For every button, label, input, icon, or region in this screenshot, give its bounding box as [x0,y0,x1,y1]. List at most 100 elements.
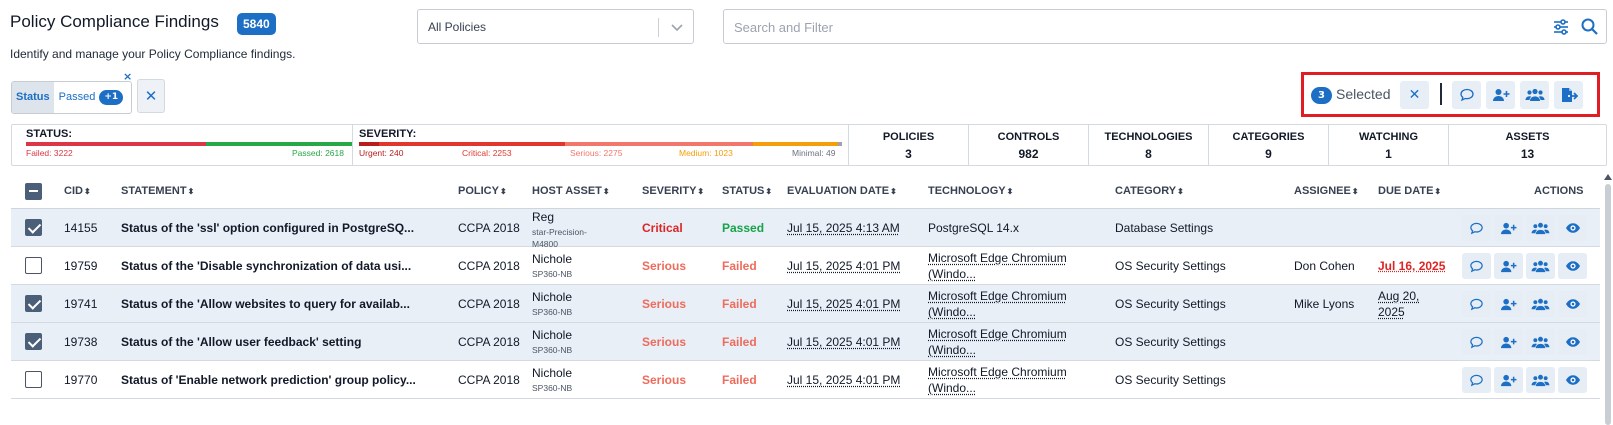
policy-select-value: All Policies [428,20,487,34]
table-row[interactable]: 19738 Status of the 'Allow user feedback'… [11,323,1600,361]
technology-cell[interactable]: Microsoft Edge Chromium [928,365,1067,379]
column-header-technology[interactable]: TECHNOLOGY⬍ [928,185,1013,197]
assignee-cell[interactable]: Mike Lyons [1294,297,1354,311]
statement-cell[interactable]: Status of the 'Disable synchronization o… [121,259,411,273]
assignee-cell[interactable]: Don Cohen [1294,259,1355,273]
statement-cell[interactable]: Status of the 'Allow user feedback' sett… [121,335,361,349]
assign-group-button[interactable] [1526,367,1555,393]
column-header-severity[interactable]: SEVERITY⬍ [642,185,704,197]
comment-button[interactable] [1462,215,1491,241]
stat-controls[interactable]: CONTROLS 982 [968,125,1088,165]
assign-group-button[interactable] [1526,253,1555,279]
comment-button[interactable] [1462,329,1491,355]
severity-summary[interactable]: SEVERITY: [359,128,416,140]
add-user-icon [1501,298,1517,310]
status-filter-chip[interactable]: Status Passed +1 [11,81,132,114]
row-checkbox[interactable] [25,257,42,274]
policy-cell: CCPA 2018 [458,221,520,235]
technology-cell[interactable]: Microsoft Edge Chromium [928,327,1067,341]
statement-cell[interactable]: Status of 'Enable network prediction' gr… [121,373,416,387]
assign-group-button[interactable] [1526,215,1555,241]
bulk-assign-user-button[interactable] [1486,81,1515,109]
table-row[interactable]: 14155 Status of the 'ssl' option configur… [11,209,1600,249]
table-row[interactable]: 19741 Status of the 'Allow websites to qu… [11,285,1600,323]
column-header-evaluation-date[interactable]: EVALUATION DATE⬍ [787,185,897,197]
statement-cell[interactable]: Status of the 'Allow websites to query f… [121,297,410,311]
column-header-host-asset[interactable]: HOST ASSET⬍ [532,185,610,197]
due-date-cell-cont[interactable]: 2025 [1378,305,1405,319]
column-header-category[interactable]: CATEGORY⬍ [1115,185,1184,197]
status-summary[interactable]: STATUS: [26,128,72,140]
remove-filter-icon[interactable]: × [123,70,132,83]
bulk-export-button[interactable] [1554,81,1583,109]
host-asset-name[interactable]: Nichole [532,252,572,266]
stat-categories[interactable]: CATEGORIES 9 [1208,125,1328,165]
stat-assets[interactable]: ASSETS 13 [1448,125,1606,165]
view-details-button[interactable] [1558,215,1587,241]
host-asset-name[interactable]: Nichole [532,290,572,304]
comment-button[interactable] [1462,253,1491,279]
view-details-button[interactable] [1558,329,1587,355]
stat-watching[interactable]: WATCHING 1 [1328,125,1448,165]
due-date-cell[interactable]: Jul 16, 2025 [1378,259,1445,273]
bulk-assign-group-button[interactable] [1520,81,1549,109]
row-checkbox[interactable] [25,295,42,312]
assign-user-button[interactable] [1494,215,1523,241]
search-input[interactable] [734,17,1514,37]
table-row[interactable]: 19759 Status of the 'Disable synchronizat… [11,247,1600,285]
filter-settings-icon[interactable] [1552,18,1570,36]
column-header-statement[interactable]: STATEMENT⬍ [121,185,194,197]
column-header-cid[interactable]: CID⬍ [64,185,91,197]
comment-button[interactable] [1462,291,1491,317]
filter-chip-key: Status [12,82,54,113]
clear-filters-button[interactable]: ✕ [137,79,165,113]
technology-cell-cont[interactable]: (Windo... [928,343,976,357]
view-details-button[interactable] [1558,367,1587,393]
vertical-scrollbar[interactable] [1603,172,1613,425]
add-user-icon [1501,374,1517,386]
technology-cell-cont[interactable]: (Windo... [928,267,976,281]
clear-selection-button[interactable]: ✕ [1400,81,1429,109]
stat-policies[interactable]: POLICIES 3 [848,125,968,165]
stat-label: POLICIES [882,131,935,143]
stat-technologies[interactable]: TECHNOLOGIES 8 [1088,125,1208,165]
search-icon[interactable] [1580,17,1599,36]
host-asset-name[interactable]: Nichole [532,328,572,342]
assign-user-button[interactable] [1494,253,1523,279]
column-header-policy[interactable]: POLICY⬍ [458,185,507,197]
host-asset-name[interactable]: Reg [532,210,554,224]
technology-cell-cont[interactable]: (Windo... [928,381,976,395]
assign-group-button[interactable] [1526,329,1555,355]
row-checkbox[interactable] [25,333,42,350]
summary-strip: STATUS: Failed: 3222 Passed: 2618 SEVERI… [11,124,1607,166]
statement-cell[interactable]: Status of the 'ssl' option configured in… [121,221,414,235]
column-header-assignee[interactable]: ASSIGNEE⬍ [1294,185,1359,197]
view-details-button[interactable] [1558,253,1587,279]
row-checkbox[interactable] [25,371,42,388]
column-header-status[interactable]: STATUS⬍ [722,185,772,197]
due-date-cell[interactable]: Aug 20, [1378,289,1419,303]
assign-user-button[interactable] [1494,329,1523,355]
view-details-button[interactable] [1558,291,1587,317]
technology-cell[interactable]: Microsoft Edge Chromium [928,289,1067,303]
sort-icon: ⬍ [1351,187,1359,196]
comment-button[interactable] [1462,367,1491,393]
assign-user-button[interactable] [1494,291,1523,317]
table-row[interactable]: 19770 Status of 'Enable network predictio… [11,361,1600,399]
bulk-comment-button[interactable] [1452,81,1481,109]
technology-cell[interactable]: Microsoft Edge Chromium [928,251,1067,265]
technology-cell-cont[interactable]: (Windo... [928,305,976,319]
host-asset-detail: SP360-NB [532,345,573,355]
policy-select[interactable]: All Policies [417,9,694,44]
assign-group-button[interactable] [1526,291,1555,317]
severity-cell: Serious [642,373,687,387]
host-asset-name[interactable]: Nichole [532,366,572,380]
column-header-due-date[interactable]: DUE DATE⬍ [1378,185,1441,197]
select-all-checkbox[interactable] [25,183,42,200]
assign-user-button[interactable] [1494,367,1523,393]
category-cell: Database Settings [1115,221,1214,235]
column-header-label: CATEGORY [1115,185,1177,197]
row-checkbox[interactable] [25,219,42,236]
passed-count-label: Passed: 2618 [292,148,344,158]
stat-value: 1 [1385,147,1392,161]
